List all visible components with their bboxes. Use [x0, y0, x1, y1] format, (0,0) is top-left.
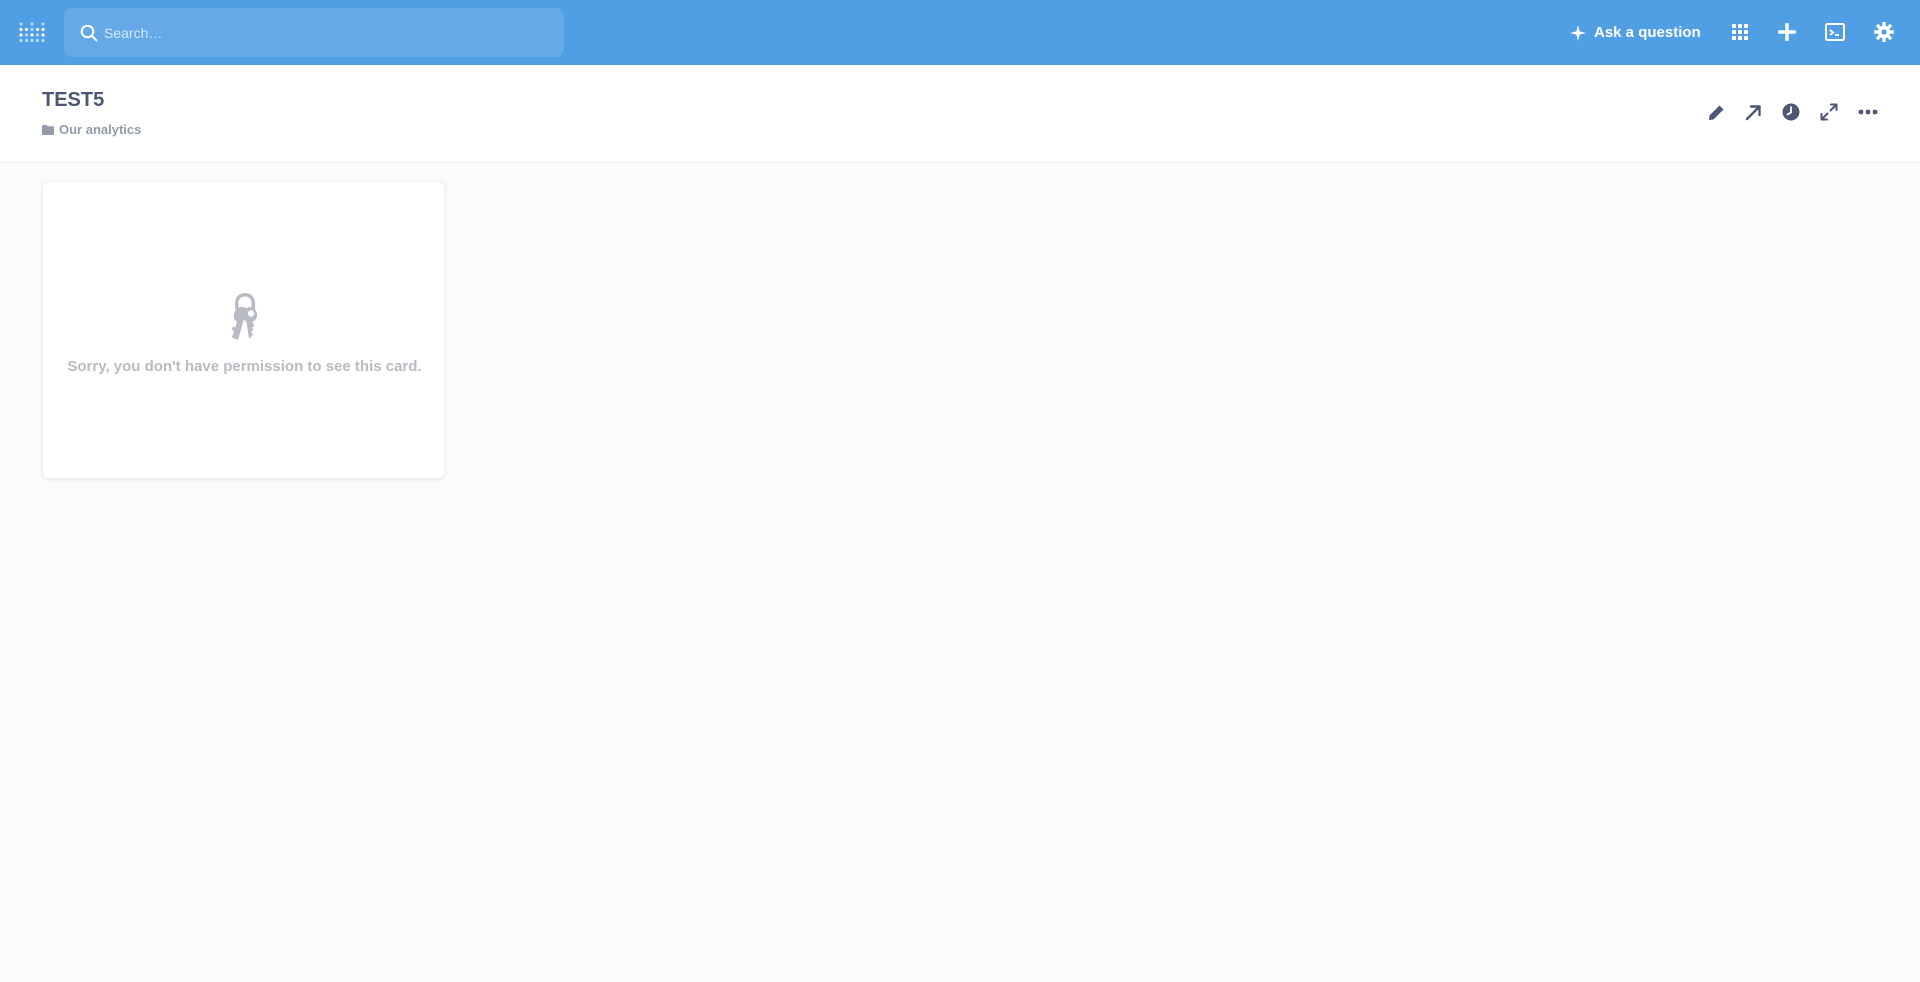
dashboard-title[interactable]: TEST5 — [42, 89, 104, 112]
metabase-logo-icon[interactable] — [19, 22, 45, 43]
keys-icon — [231, 293, 258, 340]
search-bar[interactable] — [64, 8, 564, 57]
permission-message: Sorry, you don't have permission to see … — [67, 358, 422, 375]
more-icon[interactable] — [1857, 101, 1879, 123]
sparkle-icon — [1570, 24, 1586, 41]
gear-icon[interactable] — [1872, 20, 1896, 44]
search-input[interactable] — [104, 8, 544, 57]
grid-icon[interactable] — [1728, 20, 1752, 44]
history-clock-icon[interactable] — [1780, 101, 1802, 123]
dashboard-header: TEST5 Our analytics — [0, 65, 1920, 163]
plus-icon[interactable] — [1775, 20, 1799, 44]
share-arrow-icon[interactable] — [1742, 101, 1764, 123]
search-icon — [80, 24, 98, 42]
ask-question-button[interactable]: Ask a question — [1570, 16, 1701, 49]
snippet-icon[interactable] — [1823, 20, 1847, 44]
ask-question-label: Ask a question — [1594, 24, 1701, 41]
fullscreen-icon[interactable] — [1818, 101, 1840, 123]
dashboard-card: Sorry, you don't have permission to see … — [42, 181, 445, 479]
collection-name: Our analytics — [59, 122, 142, 137]
pencil-icon[interactable] — [1705, 101, 1727, 123]
collection-breadcrumb[interactable]: Our analytics — [42, 122, 141, 137]
top-navbar: Ask a question — [0, 0, 1920, 65]
folder-icon — [42, 124, 54, 135]
